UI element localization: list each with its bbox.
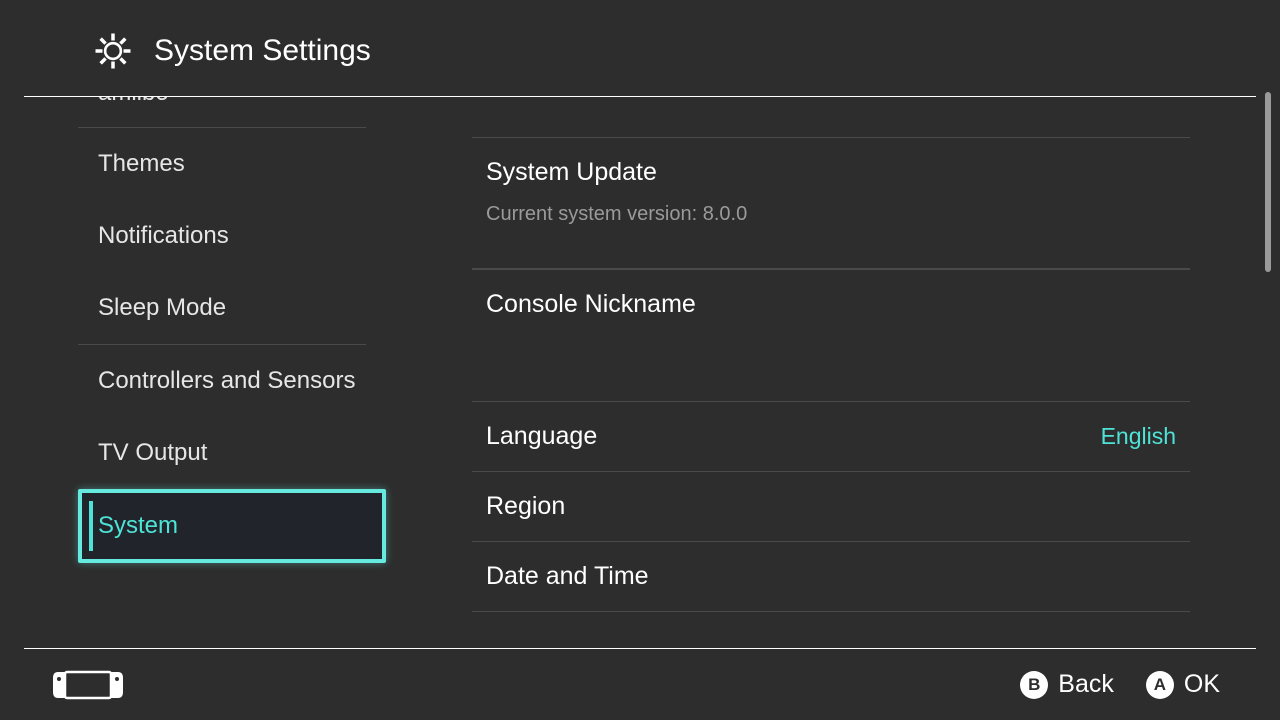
option-label: Date and Time xyxy=(486,562,649,591)
option-value: English xyxy=(1101,423,1176,450)
footer-left xyxy=(52,670,124,700)
a-button-icon: A xyxy=(1146,671,1174,699)
option-date-time[interactable]: Date and Time xyxy=(472,541,1190,612)
footer: B Back A OK xyxy=(24,648,1256,720)
option-label: Region xyxy=(486,492,565,521)
sidebar-item-tv-output[interactable]: TV Output xyxy=(78,417,386,489)
footer-right: B Back A OK xyxy=(1020,670,1220,699)
ok-button[interactable]: A OK xyxy=(1146,670,1220,699)
sidebar-item-system[interactable]: System xyxy=(78,489,386,563)
option-console-nickname[interactable]: Console Nickname xyxy=(472,269,1190,339)
content: amiibo Themes Notifications Sleep Mode C… xyxy=(0,97,1280,645)
sidebar-item-sleep-mode[interactable]: Sleep Mode xyxy=(78,272,386,344)
option-system-update[interactable]: System Update xyxy=(472,137,1190,201)
page-title: System Settings xyxy=(154,34,371,68)
option-label: Language xyxy=(486,422,597,451)
system-version-text: Current system version: 8.0.0 xyxy=(472,201,1190,269)
b-button-icon: B xyxy=(1020,671,1048,699)
sidebar-item-notifications[interactable]: Notifications xyxy=(78,200,386,272)
option-label: System Update xyxy=(486,158,1176,187)
option-label: Console Nickname xyxy=(486,290,696,319)
option-region[interactable]: Region xyxy=(472,471,1190,541)
sidebar-item-amiibo[interactable]: amiibo xyxy=(78,97,386,127)
main-panel: System Update Current system version: 8.… xyxy=(410,97,1280,645)
gear-icon xyxy=(92,30,134,72)
button-label: OK xyxy=(1184,670,1220,699)
button-label: Back xyxy=(1058,670,1114,699)
option-language[interactable]: Language English xyxy=(472,401,1190,471)
sidebar-item-themes[interactable]: Themes xyxy=(78,128,386,200)
sidebar-item-controllers[interactable]: Controllers and Sensors xyxy=(78,345,386,417)
sidebar: amiibo Themes Notifications Sleep Mode C… xyxy=(0,97,410,645)
header: System Settings xyxy=(24,0,1256,97)
spacer xyxy=(472,339,1190,401)
back-button[interactable]: B Back xyxy=(1020,670,1114,699)
console-icon xyxy=(52,670,124,700)
scrollbar[interactable] xyxy=(1265,92,1271,272)
